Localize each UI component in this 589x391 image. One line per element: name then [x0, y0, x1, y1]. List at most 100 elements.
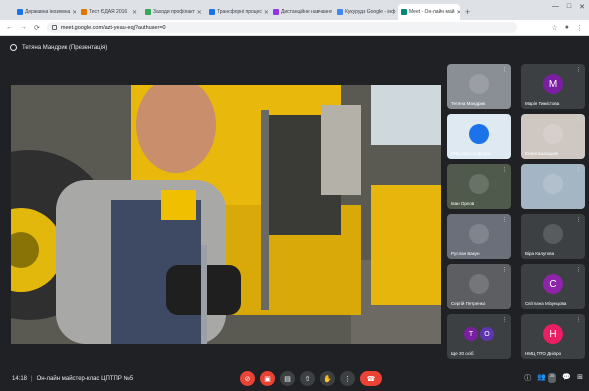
participant-tile[interactable]: ⋮ Сергій Петренко — [447, 264, 511, 309]
presentation-video-frame — [11, 85, 441, 344]
participant-avatar: T — [464, 327, 478, 342]
participant-tile[interactable]: ⋮ Юлия Балацкая — [521, 114, 585, 159]
tab-title: Дистанційне навчання — [281, 9, 332, 15]
browser-tab[interactable]: Заходи профілакт ✕ — [142, 4, 204, 20]
participant-tile[interactable]: ⋮ Тетяна Мандрик — [447, 64, 511, 109]
activities-icon[interactable]: ⊞ — [577, 373, 583, 383]
raise-hand-button[interactable]: ✋ — [320, 371, 335, 386]
participant-video — [543, 224, 563, 245]
new-tab-button[interactable]: + — [465, 4, 470, 20]
browser-tab[interactable]: Державна іноземна ✕ — [14, 4, 76, 20]
captions-button[interactable]: ▤ — [280, 371, 295, 386]
participant-tile[interactable]: ⋮ Віра Калугова — [521, 214, 585, 259]
clock: 14:18 — [12, 375, 28, 382]
tile-options-icon[interactable]: ⋮ — [576, 67, 581, 73]
tab-favicon-icon — [145, 9, 151, 15]
tab-favicon-icon — [17, 9, 23, 15]
tab-title: Тест ЄДАЯ 2016 — [89, 9, 128, 15]
tile-options-icon[interactable]: ⋮ — [502, 167, 507, 173]
presentation-icon — [10, 44, 17, 51]
browser-tab[interactable]: Meet - Он-лайн май ✕ — [398, 4, 460, 20]
back-icon[interactable]: ← — [6, 24, 13, 31]
presenter-label: Тетяна Мандрик (Презентація) — [22, 44, 108, 51]
tab-close-icon[interactable]: ✕ — [130, 9, 137, 16]
tab-close-icon[interactable]: ✕ — [455, 9, 460, 16]
meet-control-bar: 14:18 | Он-лайн майстер-клас ЦПТПР №5 ⊘ … — [0, 366, 589, 391]
tile-options-icon[interactable]: ⋮ — [576, 317, 581, 323]
lock-icon — [51, 25, 57, 30]
people-icon[interactable]: 👥 — [537, 373, 546, 383]
tile-options-icon[interactable]: ⋮ — [502, 267, 507, 273]
participant-avatar: H — [543, 324, 563, 345]
tile-options-icon[interactable]: ⋮ — [576, 117, 581, 123]
participant-tile[interactable]: C ⋮ Світлана Мізунцова — [521, 264, 585, 309]
tab-favicon-icon — [337, 9, 343, 15]
tab-close-icon[interactable]: ✕ — [395, 9, 396, 16]
bookmark-star-icon[interactable]: ☆ — [551, 24, 557, 32]
chat-icon[interactable]: 💬 — [562, 373, 571, 383]
tab-close-icon[interactable]: ✕ — [262, 9, 268, 16]
tab-favicon-icon — [209, 9, 215, 15]
tile-options-icon[interactable]: ⋮ — [502, 117, 507, 123]
browser-tab[interactable]: Тест ЄДАЯ 2016 ✕ — [78, 4, 140, 20]
profile-icon[interactable]: ● — [565, 24, 569, 32]
tab-favicon-icon — [81, 9, 87, 15]
browser-tab[interactable]: Трансфорні процес ✕ — [206, 4, 268, 20]
participant-tile[interactable]: ⋮ Руслан Бакун — [447, 214, 511, 259]
overalls-logo — [161, 190, 196, 220]
participant-tile[interactable]: ⋮ Іван Орлов — [447, 164, 511, 209]
mic-off-button[interactable]: ⊘ — [240, 371, 255, 386]
hang-up-button[interactable]: ☎ — [360, 371, 382, 386]
main-video[interactable] — [11, 85, 441, 344]
participant-tile[interactable]: ⋮ РПЦ №12 м.Дніпро — [447, 114, 511, 159]
address-bar[interactable]: meet.google.com/azt-yeau-eqj?authuser=0 — [46, 22, 517, 33]
tab-close-icon[interactable]: ✕ — [70, 9, 76, 16]
info-icon[interactable]: ⓘ — [524, 373, 531, 383]
separator: | — [31, 375, 33, 382]
wrench-tool — [201, 245, 207, 344]
camera-off-button[interactable]: ▣ — [260, 371, 275, 386]
presenter-bar: Тетяна Мандрик (Презентація) — [10, 44, 107, 51]
participant-video — [543, 174, 563, 195]
participant-video — [469, 74, 489, 95]
close-window-icon[interactable]: ✕ — [579, 3, 585, 11]
participant-name: Руслан Бакун — [451, 251, 480, 256]
participant-tile[interactable]: H ⋮ НМЦ ПТО Дніпро — [521, 314, 585, 359]
hydraulic-pipe — [261, 110, 269, 310]
tab-favicon-icon — [401, 9, 407, 15]
tab-close-icon[interactable]: ✕ — [195, 9, 202, 16]
window-controls: — □ ✕ — [552, 3, 585, 11]
present-button[interactable]: ⇧ — [300, 371, 315, 386]
participant-avatar: C — [543, 274, 563, 295]
participant-tile[interactable]: T O ⋮ Ще 20 осіб — [447, 314, 511, 359]
participant-name: Сергій Петренко — [451, 301, 486, 306]
more-options-button[interactable]: ⋮ — [340, 371, 355, 386]
tile-options-icon[interactable]: ⋮ — [502, 217, 507, 223]
browser-tab[interactable]: Дистанційне навчання✕ — [270, 4, 332, 20]
participant-name: НМЦ ПТО Дніпро — [525, 351, 562, 356]
forward-icon[interactable]: → — [20, 24, 27, 31]
tile-options-icon[interactable]: ⋮ — [576, 217, 581, 223]
tab-title: Заходи профілакт — [153, 9, 195, 15]
tile-options-icon[interactable]: ⋮ — [576, 167, 581, 173]
tab-title: Трансфорні процес — [217, 9, 262, 15]
reload-icon[interactable]: ⟳ — [34, 24, 40, 32]
sky-area — [371, 85, 441, 145]
participant-tile[interactable]: M ⋮ Марія Тимістова — [521, 64, 585, 109]
participant-video — [469, 224, 489, 245]
browser-tab[interactable]: Кукурудз Google - інф✕ — [334, 4, 396, 20]
participant-name: Юлия Балацкая — [525, 151, 559, 156]
url-text: meet.google.com/azt-yeau-eqj?authuser=0 — [60, 24, 166, 31]
engine-parts — [321, 105, 361, 195]
toolbar-actions: ☆ ● ⋮ — [551, 24, 583, 32]
tile-options-icon[interactable]: ⋮ — [576, 267, 581, 273]
menu-icon[interactable]: ⋮ — [576, 24, 583, 32]
participant-tile[interactable]: ⋮ — [521, 164, 585, 209]
tile-options-icon[interactable]: ⋮ — [502, 317, 507, 323]
participant-name: Тетяна Мандрик — [451, 101, 485, 106]
browser-toolbar: ← → ⟳ meet.google.com/azt-yeau-eqj?authu… — [0, 20, 589, 36]
participant-name: Віра Калугова — [525, 251, 555, 256]
tile-options-icon[interactable]: ⋮ — [502, 67, 507, 73]
minimize-icon[interactable]: — — [552, 3, 559, 11]
maximize-icon[interactable]: □ — [567, 3, 571, 11]
